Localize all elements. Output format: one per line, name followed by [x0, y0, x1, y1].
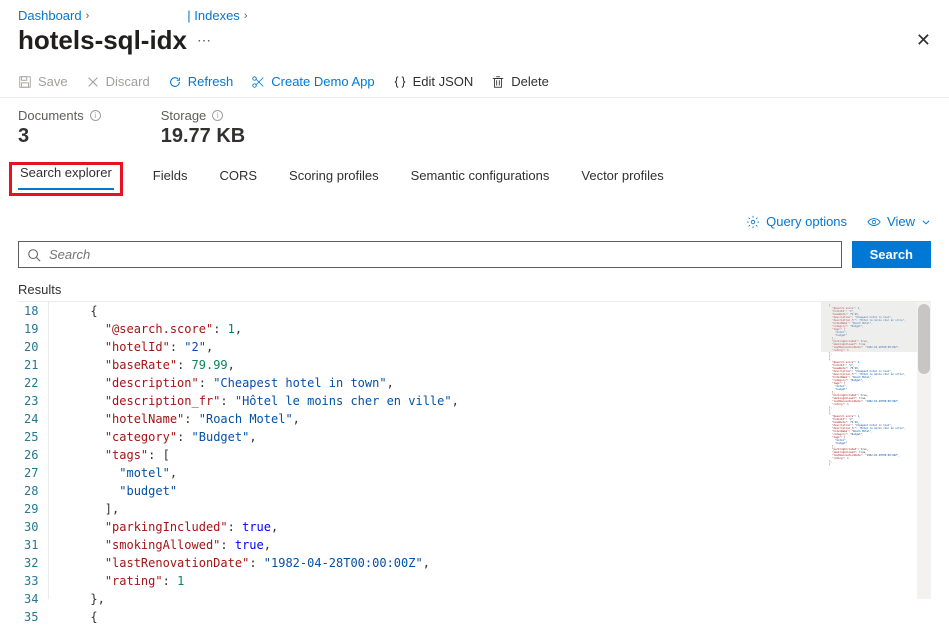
info-icon[interactable]: i	[90, 110, 101, 121]
chevron-right-icon: ›	[86, 10, 90, 22]
minimap-scrollbar[interactable]	[917, 302, 931, 599]
discard-button[interactable]: Discard	[86, 74, 150, 89]
search-input[interactable]	[49, 247, 833, 262]
tab-vector[interactable]: Vector profiles	[579, 162, 665, 193]
x-icon	[86, 75, 100, 89]
tab-search-explorer[interactable]: Search explorer	[18, 159, 114, 190]
search-icon	[27, 248, 41, 262]
line-gutter: 181920212223242526272829303132333435	[18, 302, 48, 599]
eye-icon	[867, 215, 881, 229]
query-options-button[interactable]: Query options	[746, 214, 847, 229]
breadcrumb: Dashboard › | Indexes ›	[0, 0, 949, 23]
results-code: 181920212223242526272829303132333435 { "…	[18, 301, 931, 599]
more-icon[interactable]: ⋯	[197, 32, 211, 49]
breadcrumb-dashboard[interactable]: Dashboard	[18, 8, 82, 23]
tab-cors[interactable]: CORS	[217, 162, 259, 193]
search-field[interactable]	[18, 241, 842, 268]
refresh-button[interactable]: Refresh	[168, 74, 234, 89]
stat-documents: Documentsi 3	[18, 108, 101, 148]
create-demo-button[interactable]: Create Demo App	[251, 74, 374, 89]
view-button[interactable]: View	[867, 214, 931, 229]
trash-icon	[491, 75, 505, 89]
tab-fields[interactable]: Fields	[151, 162, 190, 193]
toolbar: Save Discard Refresh Create Demo App Edi…	[0, 68, 949, 98]
tab-scoring[interactable]: Scoring profiles	[287, 162, 381, 193]
minimap-viewport[interactable]	[821, 302, 917, 352]
minimap[interactable]: { "@search.score": 1, "hotelId": "2", "b…	[821, 302, 931, 599]
tab-semantic[interactable]: Semantic configurations	[409, 162, 552, 193]
scissors-icon	[251, 75, 265, 89]
results-label: Results	[0, 276, 949, 301]
breadcrumb-indexes[interactable]: | Indexes	[187, 8, 240, 23]
info-icon[interactable]: i	[212, 110, 223, 121]
code-body[interactable]: { "@search.score": 1, "hotelId": "2", "b…	[48, 302, 931, 599]
refresh-icon	[168, 75, 182, 89]
stat-storage: Storagei 19.77 KB	[161, 108, 246, 148]
save-icon	[18, 75, 32, 89]
save-button[interactable]: Save	[18, 74, 68, 89]
close-icon[interactable]: ✕	[916, 30, 931, 51]
page-title: hotels-sql-idx	[18, 25, 187, 56]
edit-json-button[interactable]: Edit JSON	[393, 74, 474, 89]
chevron-down-icon	[921, 215, 931, 229]
gear-icon	[746, 215, 760, 229]
scrollbar-thumb[interactable]	[918, 304, 930, 374]
delete-button[interactable]: Delete	[491, 74, 549, 89]
tabs: Search explorer Fields CORS Scoring prof…	[0, 162, 949, 194]
chevron-right-icon: ›	[244, 10, 248, 22]
search-button[interactable]: Search	[852, 241, 931, 268]
braces-icon	[393, 75, 407, 89]
